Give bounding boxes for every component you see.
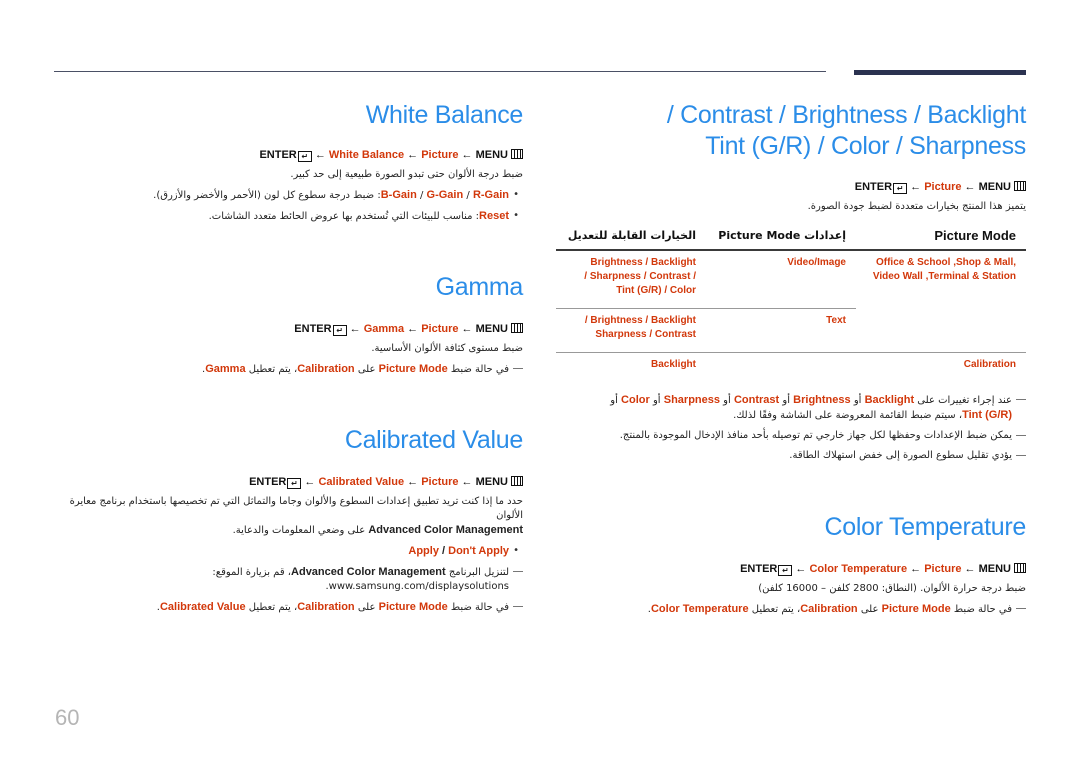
section-title: Calibrated Value <box>344 426 523 454</box>
note-download: لتنزيل البرنامج Advanced Color Managemen… <box>60 565 523 594</box>
menu-path-picture: Picture <box>421 323 459 335</box>
menu-path-picture: Picture <box>421 476 459 488</box>
cell-setting: Text <box>826 315 846 326</box>
cell-options: Backlight <box>556 352 706 382</box>
section-description: ضبط درجة حرارة الألوان. (النطاق: 2800 كل… <box>758 583 1026 594</box>
cell-setting: Video/Image <box>706 250 856 309</box>
header-picture-mode: Picture Mode <box>856 225 1026 251</box>
note: في حالة ضبط Picture Mode على Calibration… <box>60 600 523 615</box>
enter-icon: ↵ <box>297 151 312 162</box>
download-url: www.samsung.com/displaysolutions. <box>325 581 509 592</box>
calibrated-value-section: Calibrated Value ENTER ↵ ← Calibrated Val… <box>60 425 524 615</box>
enter-icon: ↵ <box>287 478 302 489</box>
menu-icon <box>511 323 523 333</box>
menu-path-picture: Picture <box>421 149 459 161</box>
menu-path: ENTER ↵ ← Color Temperature ← Picture ← M… <box>555 562 1026 576</box>
section-description: ضبط مستوى كثافة الألوان الأساسية. <box>371 343 523 354</box>
header-accent-bar <box>854 70 1026 75</box>
menu-path-item: Calibrated Value <box>318 476 405 488</box>
color-temperature-section: Color Temperature ENTER ↵ ← Color Tempera… <box>555 512 1027 617</box>
menu-icon <box>511 476 523 486</box>
bullet-apply-options: Apply / Don't Apply <box>60 544 523 559</box>
backlight-notes: عند إجراء تغييرات على Backlight أو Brigh… <box>555 393 1026 463</box>
backlight-section: / Contrast / Brightness / Backlight Tint … <box>555 100 1026 214</box>
cell-setting <box>706 352 856 382</box>
section-title: / Contrast / Brightness / Backlight Tint … <box>666 101 1026 160</box>
cell-mode: ,Office & School ,Shop & Mall Video Wall… <box>872 257 1016 282</box>
section-title: Color Temperature <box>824 513 1027 541</box>
page-number: 60 <box>55 705 80 730</box>
menu-path: ENTER ↵ ← Gamma ← Picture ← MENU <box>60 322 523 336</box>
menu-path: ENTER ↵ ← Picture ← MENU <box>555 180 1026 194</box>
picture-mode-table: Picture Mode إعدادات Picture Mode الخيار… <box>556 225 1026 382</box>
note-power-saving: يؤدي تقليل سطوع الصورة إلى خفض استهلاك ا… <box>555 449 1026 463</box>
cell-options: Brightness / Backlight / Sharpness / Cont… <box>556 250 706 309</box>
enter-icon: ↵ <box>778 565 793 576</box>
menu-path: ENTER ↵ ← White Balance ← Picture ← MENU <box>60 148 523 162</box>
header-rule <box>54 71 826 72</box>
section-description: حدد ما إذا كنت تريد تطبيق إعدادات السطوع… <box>69 496 523 536</box>
menu-path-item: White Balance <box>328 149 405 161</box>
cell-options: / Brightness / Backlight Sharpness / Cont… <box>584 315 696 340</box>
note: في حالة ضبط Picture Mode على Calibration… <box>60 362 523 377</box>
white-balance-section: White Balance ENTER ↵ ← White Balance ← P… <box>60 100 523 224</box>
section-title: Gamma <box>435 273 524 301</box>
menu-path-item: Gamma <box>363 323 405 335</box>
bullet-gain: B-Gain / G-Gain / R-Gain: ضبط درجة سطوع … <box>60 188 523 203</box>
note: في حالة ضبط Picture Mode على Calibration… <box>555 602 1026 617</box>
menu-icon <box>1014 181 1026 191</box>
section-title: White Balance <box>365 101 524 129</box>
menu-icon <box>511 149 523 159</box>
menu-path-picture: Picture <box>924 563 962 575</box>
enter-icon: ↵ <box>893 183 908 194</box>
table-row: ,Office & School ,Shop & Mall Video Wall… <box>556 250 1026 309</box>
section-description: يتميز هذا المنتج بخيارات متعددة لضبط جود… <box>807 201 1026 212</box>
menu-path: ENTER ↵ ← Calibrated Value ← Picture ← ME… <box>60 475 523 489</box>
cell-mode: Calibration <box>856 352 1026 382</box>
header-options: الخيارات القابلة للتعديل <box>556 225 706 251</box>
bullet-reset: Reset: مناسب للبيئات التي تُستخدم بها عر… <box>60 209 523 224</box>
menu-path-picture: Picture <box>924 181 962 193</box>
note-save-per-device: يمكن ضبط الإعدادات وحفظها لكل جهاز خارجي… <box>555 429 1026 443</box>
note-adjust-options: عند إجراء تغييرات على Backlight أو Brigh… <box>555 393 1026 423</box>
table-row: Calibration Backlight <box>556 352 1026 382</box>
enter-icon: ↵ <box>332 325 347 336</box>
menu-path-item: Color Temperature <box>809 563 908 575</box>
menu-icon <box>1014 563 1026 573</box>
header-settings: إعدادات Picture Mode <box>706 225 856 251</box>
section-description: ضبط درجة الألوان حتى تبدو الصورة طبيعية … <box>290 169 523 180</box>
gamma-section: Gamma ENTER ↵ ← Gamma ← Picture ← MENU ضب… <box>60 272 523 377</box>
table-header-row: Picture Mode إعدادات Picture Mode الخيار… <box>556 225 1026 251</box>
